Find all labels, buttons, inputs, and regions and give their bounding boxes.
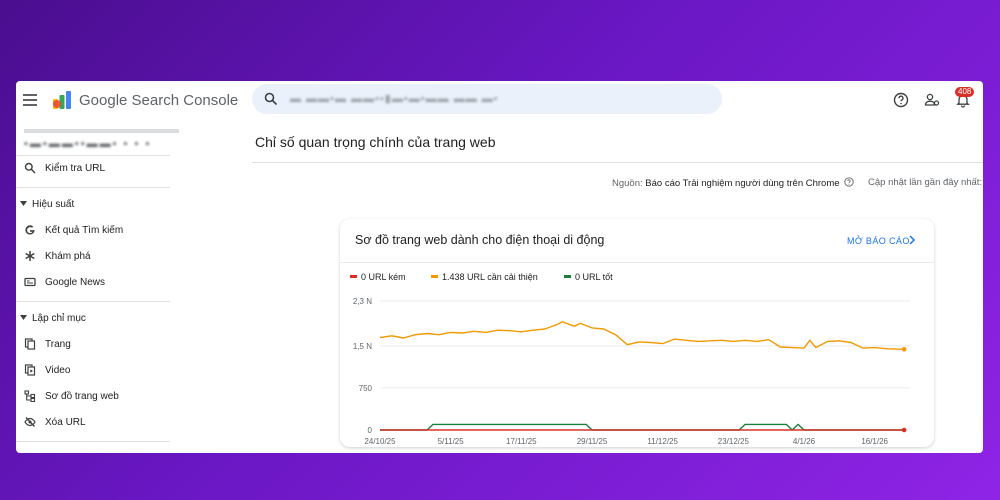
sidebar-item-label: Kết quả Tìm kiếm xyxy=(45,225,124,236)
sidebar: ▪▬▪▬▬▪▪▬▬▪ ▪ ▪ ▪ Kiểm tra URL Hiệu suất … xyxy=(16,121,186,453)
manage-users-icon[interactable] xyxy=(924,92,940,108)
page-title: Chỉ số quan trọng chính của trang web xyxy=(255,134,496,150)
series-line-needs-improvement xyxy=(379,321,905,350)
x-tick-label: 17/11/25 xyxy=(506,437,537,446)
sidebar-item-discover[interactable]: Khám phá xyxy=(16,246,170,268)
legend-label: 0 URL kém xyxy=(361,272,406,282)
source-label: Nguồn: xyxy=(612,178,643,189)
x-tick-label: 5/11/25 xyxy=(438,437,465,446)
sidebar-item-pages[interactable]: Trang xyxy=(16,334,170,356)
x-tick-label: 4/1/26 xyxy=(793,437,816,446)
section-label: Lập chỉ mục xyxy=(32,313,86,324)
sitemap-icon xyxy=(24,390,36,402)
caret-down-icon xyxy=(20,201,27,206)
pages-icon xyxy=(24,338,36,350)
sidebar-divider xyxy=(16,155,170,156)
notification-badge: 408 xyxy=(955,87,975,97)
last-updated-label: Cập nhật lần gần đây nhất: xyxy=(868,177,983,188)
main-divider xyxy=(252,162,983,163)
data-source: Nguồn: Báo cáo Trải nghiệm người dùng tr… xyxy=(612,177,854,189)
caret-down-icon xyxy=(20,315,27,320)
sidebar-section-performance[interactable]: Hiệu suất xyxy=(16,195,170,215)
sidebar-item-google-news[interactable]: Google News xyxy=(16,272,170,294)
open-report-link[interactable]: MỞ BÁO CÁO xyxy=(847,236,910,246)
x-tick-label: 16/1/26 xyxy=(861,437,888,446)
legend-swatch-good xyxy=(564,275,571,278)
sidebar-item-label: Sơ đồ trang web xyxy=(45,391,119,402)
sidebar-item-search-results[interactable]: Kết quả Tìm kiếm xyxy=(16,220,170,242)
legend-label: 1.438 URL cần cải thiện xyxy=(442,272,538,282)
chevron-right-icon[interactable] xyxy=(908,235,916,245)
sidebar-divider xyxy=(16,441,170,442)
info-help-icon[interactable] xyxy=(844,177,854,187)
legend-swatch-poor xyxy=(350,275,357,278)
search-value: ▬ ▬▬▪▬ ▬▬▪▪▮▬▪▬▪▬▬ ▬▬ ▬▪ xyxy=(290,93,499,105)
end-point-needs-improvement xyxy=(901,347,907,352)
y-tick-label: 750 xyxy=(359,384,373,393)
search-icon xyxy=(264,92,278,106)
search-console-window: Google Search Console ▬ ▬▬▪▬ ▬▬▪▪▮▬▪▬▪▬▬… xyxy=(16,81,983,453)
top-bar: Google Search Console ▬ ▬▬▪▬ ▬▬▪▪▮▬▪▬▪▬▬… xyxy=(16,81,983,121)
cwv-line-chart: 0 750 1,5 N 2,3 N 24/10/25 5/11/25 17/11/25 29/… xyxy=(353,297,910,446)
end-point-poor xyxy=(901,427,907,433)
sidebar-divider xyxy=(16,301,170,302)
section-label: Hiệu suất xyxy=(32,199,75,210)
sidebar-item-sitemaps[interactable]: Sơ đồ trang web xyxy=(16,386,170,408)
x-tick-label: 23/12/25 xyxy=(718,437,750,446)
video-pages-icon xyxy=(24,364,36,376)
x-tick-label: 11/12/25 xyxy=(647,437,678,446)
hamburger-menu-icon[interactable] xyxy=(23,94,37,106)
property-selector[interactable]: ▪▬▪▬▬▪▪▬▬▪ ▪ ▪ ▪ xyxy=(24,138,151,150)
y-tick-label: 1,5 N xyxy=(353,342,372,351)
y-tick-label: 2,3 N xyxy=(353,297,372,306)
card-title: Sơ đồ trang web dành cho điện thoại di đ… xyxy=(355,233,605,247)
y-tick-label: 0 xyxy=(368,426,373,435)
legend-label: 0 URL tốt xyxy=(575,272,613,282)
legend-item-poor[interactable]: 0 URL kém xyxy=(350,272,406,282)
sidebar-item-video[interactable]: Video xyxy=(16,360,170,382)
property-selector-bar[interactable] xyxy=(24,129,179,133)
legend-item-good[interactable]: 0 URL tốt xyxy=(564,272,613,282)
sidebar-item-label: Xóa URL xyxy=(45,417,86,428)
help-icon[interactable] xyxy=(893,92,909,108)
sidebar-item-label: Google News xyxy=(45,277,106,288)
mobile-sitemap-card: Sơ đồ trang web dành cho điện thoại di đ… xyxy=(340,219,934,447)
google-g-icon xyxy=(25,225,35,235)
news-icon xyxy=(24,277,36,287)
legend-swatch-needs-improvement xyxy=(431,275,438,278)
sidebar-divider xyxy=(16,187,170,188)
legend-item-needs-improvement[interactable]: 1.438 URL cần cải thiện xyxy=(431,272,538,282)
source-value: Báo cáo Trải nghiệm người dùng trên Chro… xyxy=(645,178,840,189)
sidebar-item-label: Kiểm tra URL xyxy=(45,163,106,174)
series-line-good xyxy=(380,423,905,431)
sidebar-item-removals[interactable]: Xóa URL xyxy=(16,412,170,434)
sidebar-section-indexing[interactable]: Lập chỉ mục xyxy=(16,309,170,329)
search-input[interactable]: ▬ ▬▬▪▬ ▬▬▪▪▮▬▪▬▪▬▬ ▬▬ ▬▪ xyxy=(252,84,722,114)
sidebar-item-label: Khám phá xyxy=(45,251,91,262)
sidebar-item-label: Video xyxy=(45,365,71,376)
asterisk-icon xyxy=(25,251,35,261)
search-console-logo-icon xyxy=(53,91,71,109)
sidebar-item-url-inspection[interactable]: Kiểm tra URL xyxy=(16,158,170,180)
x-tick-label: 24/10/25 xyxy=(364,437,396,446)
eye-off-icon xyxy=(24,417,36,427)
x-tick-label: 29/11/25 xyxy=(577,437,608,446)
sidebar-item-label: Trang xyxy=(45,339,71,350)
search-icon xyxy=(24,162,36,174)
card-divider xyxy=(340,262,934,263)
product-title: Google Search Console xyxy=(79,92,239,109)
